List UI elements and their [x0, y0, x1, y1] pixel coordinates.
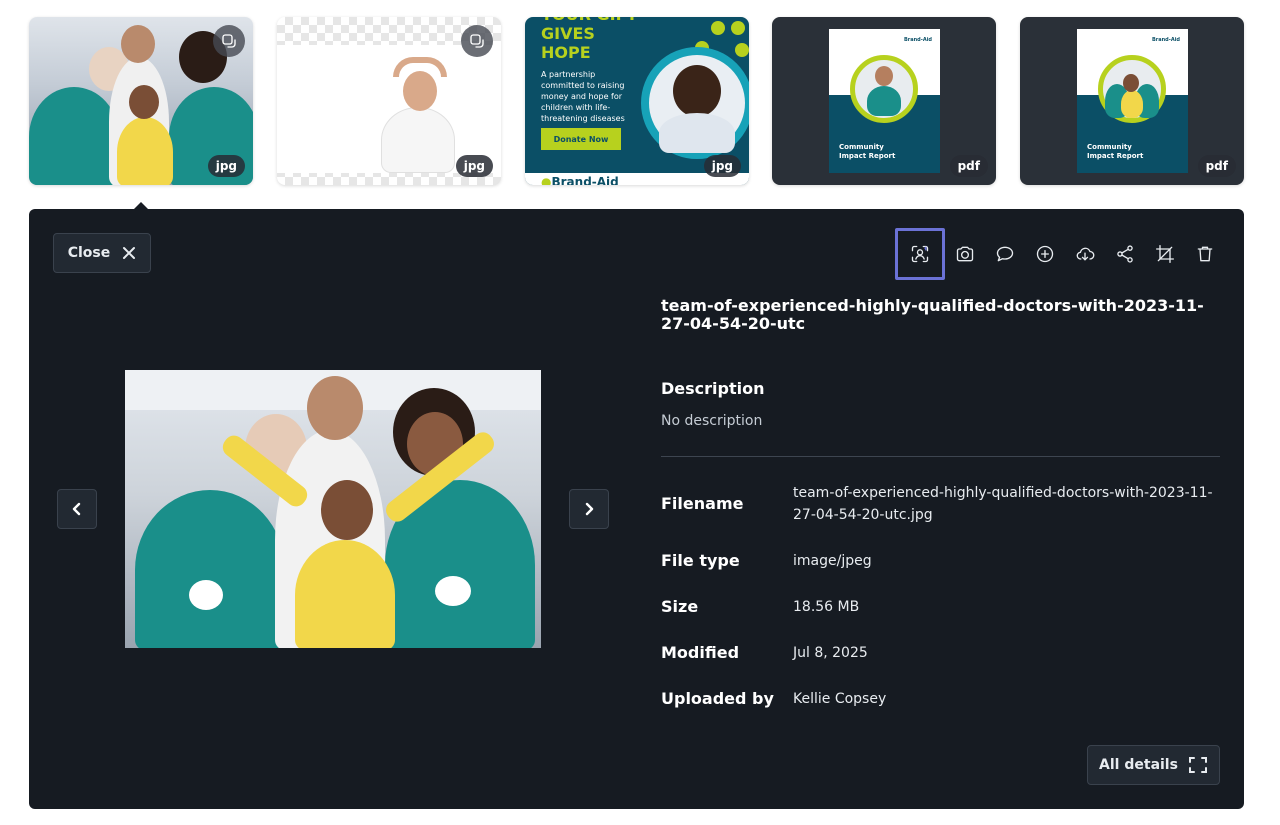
- filename-label: Filename: [661, 494, 744, 513]
- photo-figure: [1121, 90, 1143, 118]
- photo-figure: [435, 576, 471, 606]
- pdf-cover-title: Community Impact Report: [839, 143, 896, 160]
- banner-donate-button: Donate Now: [541, 128, 621, 150]
- thumbnail-impact-report-2[interactable]: Brand-Aid Community Impact Report pdf: [1020, 17, 1244, 185]
- banner-body-text: A partnership committed to raising money…: [541, 70, 625, 123]
- banner-headline: YOUR GIFT GIVES HOPE: [541, 17, 637, 62]
- banner-brand: ●Brand-Aid: [541, 175, 619, 185]
- file-type-badge: pdf: [1197, 155, 1236, 177]
- chevron-left-icon: [72, 502, 81, 516]
- cloud-download-icon: [1076, 247, 1095, 261]
- delete-button[interactable]: [1185, 229, 1225, 279]
- decorative-dot: [711, 21, 725, 35]
- photo-figure: [381, 107, 455, 173]
- asset-toolbar: [895, 228, 1225, 280]
- download-button[interactable]: [1065, 229, 1105, 279]
- previous-asset-button[interactable]: [57, 489, 97, 529]
- decorative-dot: [731, 21, 745, 35]
- uploaded-by-label: Uploaded by: [661, 689, 774, 708]
- photo-figure: [673, 65, 721, 117]
- pdf-cover-photo: [1098, 55, 1166, 123]
- decorative-dot: [735, 43, 749, 57]
- modified-label: Modified: [661, 643, 740, 662]
- asset-detail-panel: Close team-of-experienced-highly-qualifi…: [29, 209, 1244, 809]
- filename-value: team-of-experienced-highly-qualified-doc…: [793, 485, 1213, 523]
- photo-figure: [129, 85, 159, 119]
- photo-figure: [875, 66, 893, 86]
- pdf-cover-logo: Brand-Aid: [903, 37, 932, 43]
- photo-figure: [403, 71, 437, 111]
- all-details-button[interactable]: All details: [1087, 745, 1220, 785]
- share-button[interactable]: [1105, 229, 1145, 279]
- photo-figure: [307, 376, 363, 440]
- size-label: Size: [661, 597, 699, 616]
- photo-figure: [117, 117, 173, 185]
- pdf-cover-title: Community Impact Report: [1087, 143, 1144, 160]
- close-button[interactable]: Close: [53, 233, 151, 273]
- all-details-label: All details: [1099, 757, 1178, 773]
- thumbnail-donation-banner[interactable]: YOUR GIFT GIVES HOPE A partnership commi…: [525, 17, 749, 185]
- camera-icon: [956, 246, 974, 262]
- asset-title: team-of-experienced-highly-qualified-doc…: [661, 296, 1204, 333]
- chevron-right-icon: [585, 502, 594, 516]
- size-value: 18.56 MB: [793, 599, 860, 615]
- trash-icon: [1197, 246, 1213, 262]
- description-value: No description: [661, 413, 763, 429]
- thumbnail-impact-report-1[interactable]: Brand-Aid Community Impact Report pdf: [772, 17, 996, 185]
- next-asset-button[interactable]: [569, 489, 609, 529]
- photo-figure: [29, 87, 119, 185]
- close-icon: [123, 247, 136, 259]
- selected-thumbnail-pointer: [134, 202, 148, 209]
- comment-icon: [996, 246, 1014, 262]
- photo-figure: [867, 86, 901, 116]
- file-type-value: image/jpeg: [793, 553, 872, 569]
- file-type-badge: jpg: [455, 155, 493, 177]
- asset-thumbnail-strip: jpg jpg YOUR GIFT GIVES HOPE A partnersh…: [0, 0, 1280, 200]
- thumbnail-woman-photo[interactable]: jpg: [277, 17, 501, 185]
- photo-figure: [295, 540, 395, 648]
- pdf-cover: Brand-Aid Community Impact Report: [829, 29, 940, 173]
- close-label: Close: [67, 245, 111, 261]
- link-replace-icon[interactable]: [213, 25, 245, 57]
- details-divider: [661, 456, 1220, 457]
- file-type-badge: pdf: [949, 155, 988, 177]
- description-heading: Description: [661, 379, 765, 398]
- add-button[interactable]: [1025, 229, 1065, 279]
- file-type-label: File type: [661, 551, 740, 570]
- comment-button[interactable]: [985, 229, 1025, 279]
- photo-figure: [321, 480, 373, 540]
- pdf-cover: Brand-Aid Community Impact Report: [1077, 29, 1188, 173]
- photo-figure: [121, 25, 155, 63]
- file-type-badge: jpg: [207, 155, 245, 177]
- link-replace-icon[interactable]: [461, 25, 493, 57]
- file-type-badge: jpg: [703, 155, 741, 177]
- pdf-cover-logo: Brand-Aid: [1151, 37, 1180, 43]
- uploaded-by-value: Kellie Copsey: [793, 691, 887, 707]
- crop-icon: [1156, 245, 1174, 263]
- thumbnail-doctors-photo[interactable]: jpg: [29, 17, 253, 185]
- photo-figure: [189, 580, 223, 610]
- modified-value: Jul 8, 2025: [793, 645, 868, 661]
- face-recognition-icon: [911, 245, 929, 263]
- camera-button[interactable]: [945, 229, 985, 279]
- photo-figure: [135, 490, 285, 648]
- asset-preview-image: [125, 370, 541, 648]
- expand-icon: [1188, 757, 1207, 773]
- share-icon: [1117, 245, 1133, 263]
- photo-figure: [659, 113, 735, 153]
- photo-figure: [393, 57, 447, 77]
- banner-photo-circle: [641, 47, 749, 159]
- add-icon: [1036, 245, 1054, 263]
- pdf-cover-photo: [850, 55, 918, 123]
- photo-figure: [1123, 74, 1139, 92]
- face-recognition-button[interactable]: [895, 228, 945, 280]
- crop-button[interactable]: [1145, 229, 1185, 279]
